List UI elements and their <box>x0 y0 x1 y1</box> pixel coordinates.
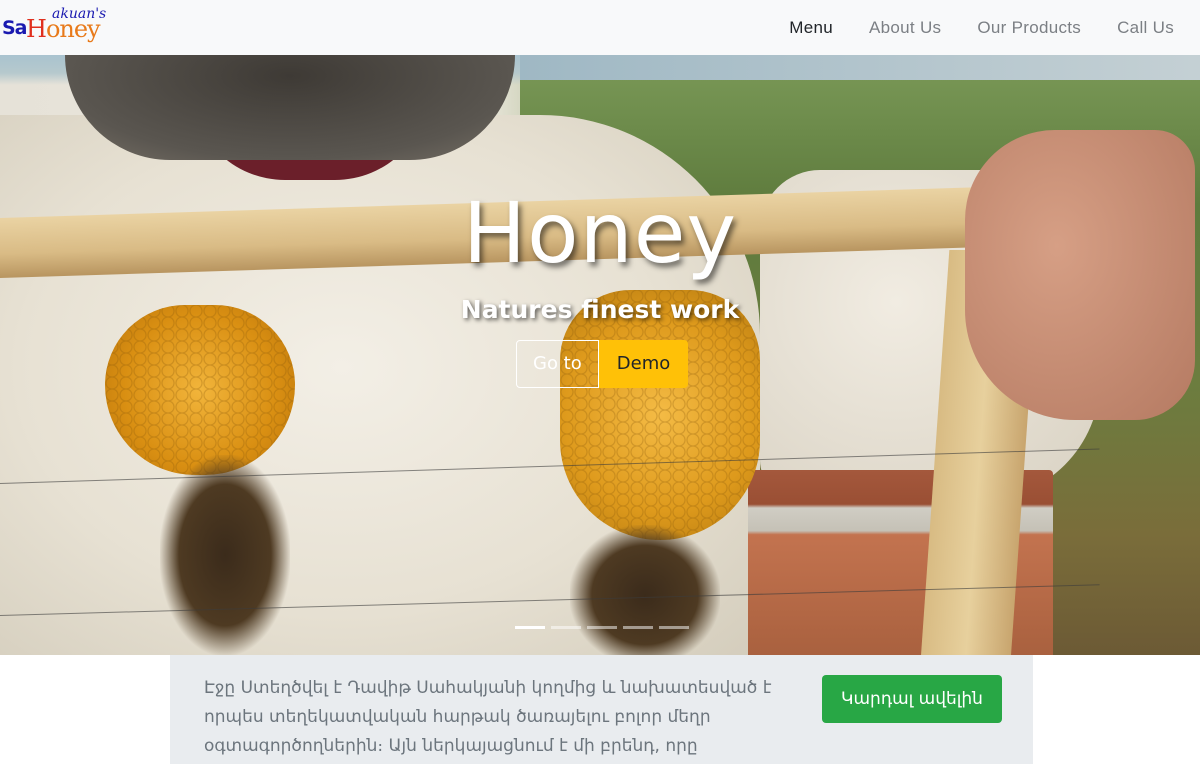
carousel-indicator-5[interactable] <box>659 626 689 629</box>
carousel-indicator-2[interactable] <box>551 626 581 629</box>
read-more-button[interactable]: Կարդալ ավելին <box>822 675 1002 723</box>
hero-subtitle: Natures finest work <box>460 295 740 324</box>
logo-honey-rest: oney <box>45 14 101 43</box>
hero-title: Honey <box>462 184 738 282</box>
carousel-indicator-4[interactable] <box>623 626 653 629</box>
intro-text: Էջը Ստեղծվել է Դավիթ Սահակյանի կողմից և … <box>204 678 772 756</box>
nav-item-our-products[interactable]: Our Products <box>959 18 1099 38</box>
go-to-button[interactable]: Go to <box>516 340 599 388</box>
carousel-indicators <box>515 626 689 629</box>
intro-section: Էջը Ստեղծվել է Դավիթ Սահակյանի կողմից և … <box>170 655 1033 764</box>
nav-item-menu[interactable]: Menu <box>771 18 851 38</box>
hero-button-group: Go to Demo <box>516 340 689 388</box>
carousel-indicator-1[interactable] <box>515 626 545 629</box>
hero-caption: Honey Natures finest work Go to Demo <box>0 55 1200 655</box>
nav-item-about-us[interactable]: About Us <box>851 18 959 38</box>
brand-logo[interactable]: akuan's Sa Honey <box>2 5 117 51</box>
main-nav: Menu About Us Our Products Call Us <box>771 18 1192 38</box>
logo-sa-text: Sa <box>2 16 27 39</box>
logo-honey-h: H <box>26 14 47 43</box>
carousel-indicator-3[interactable] <box>587 626 617 629</box>
navbar: akuan's Sa Honey Menu About Us Our Produ… <box>0 0 1200 55</box>
demo-button[interactable]: Demo <box>598 340 689 388</box>
hero-carousel: Honey Natures finest work Go to Demo <box>0 55 1200 655</box>
nav-item-call-us[interactable]: Call Us <box>1099 18 1192 38</box>
logo-honey-text: Honey <box>26 14 101 43</box>
